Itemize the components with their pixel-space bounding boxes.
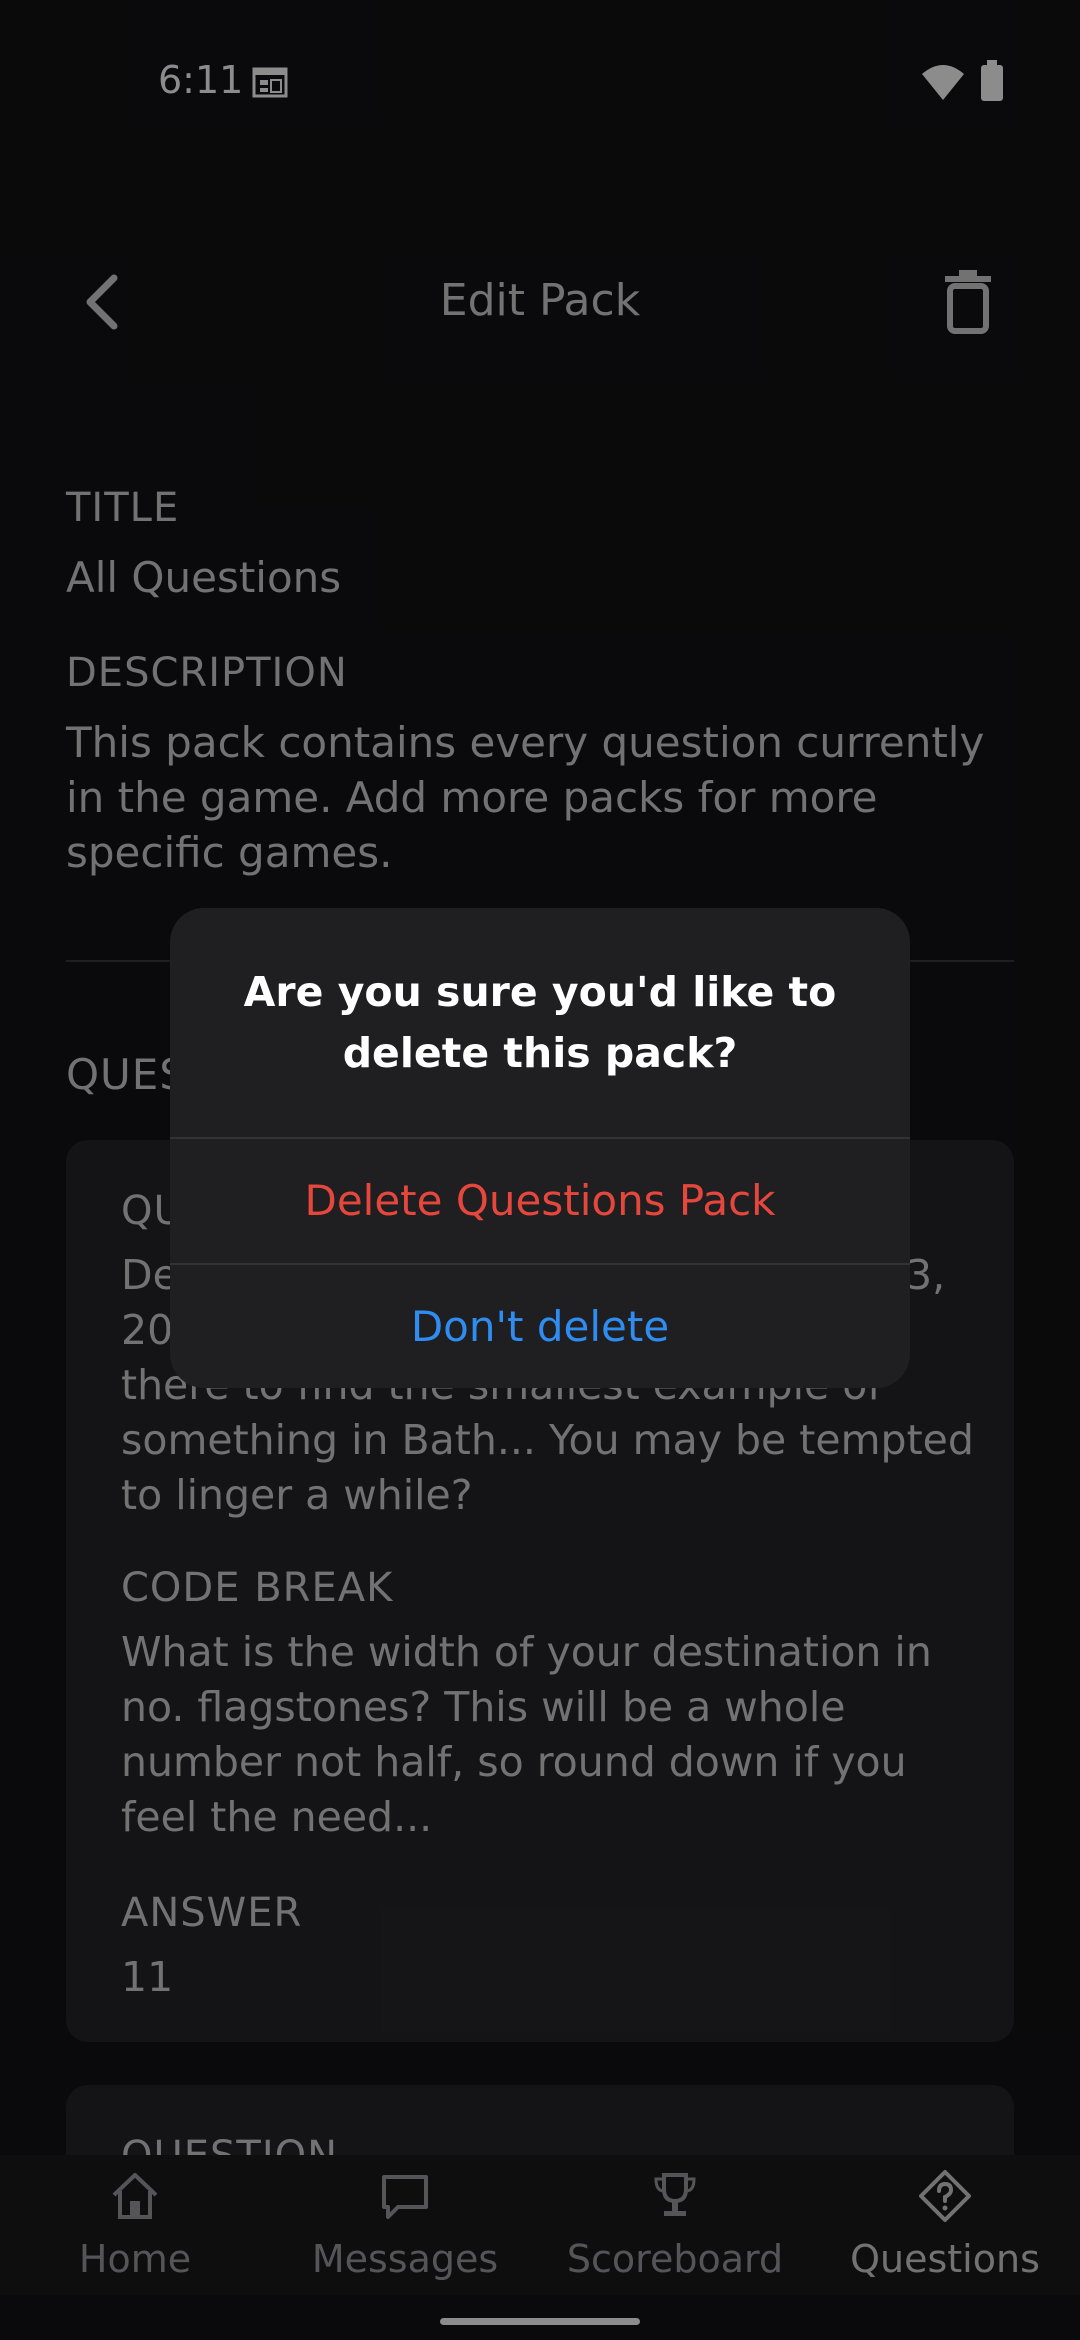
dialog-message: Are you sure you'd like to delete this p… xyxy=(243,968,837,1077)
dont-delete-button[interactable]: Don't delete xyxy=(170,1265,910,1388)
delete-confirmation-dialog: Are you sure you'd like to delete this p… xyxy=(170,908,910,1388)
delete-questions-pack-button[interactable]: Delete Questions Pack xyxy=(170,1139,910,1263)
